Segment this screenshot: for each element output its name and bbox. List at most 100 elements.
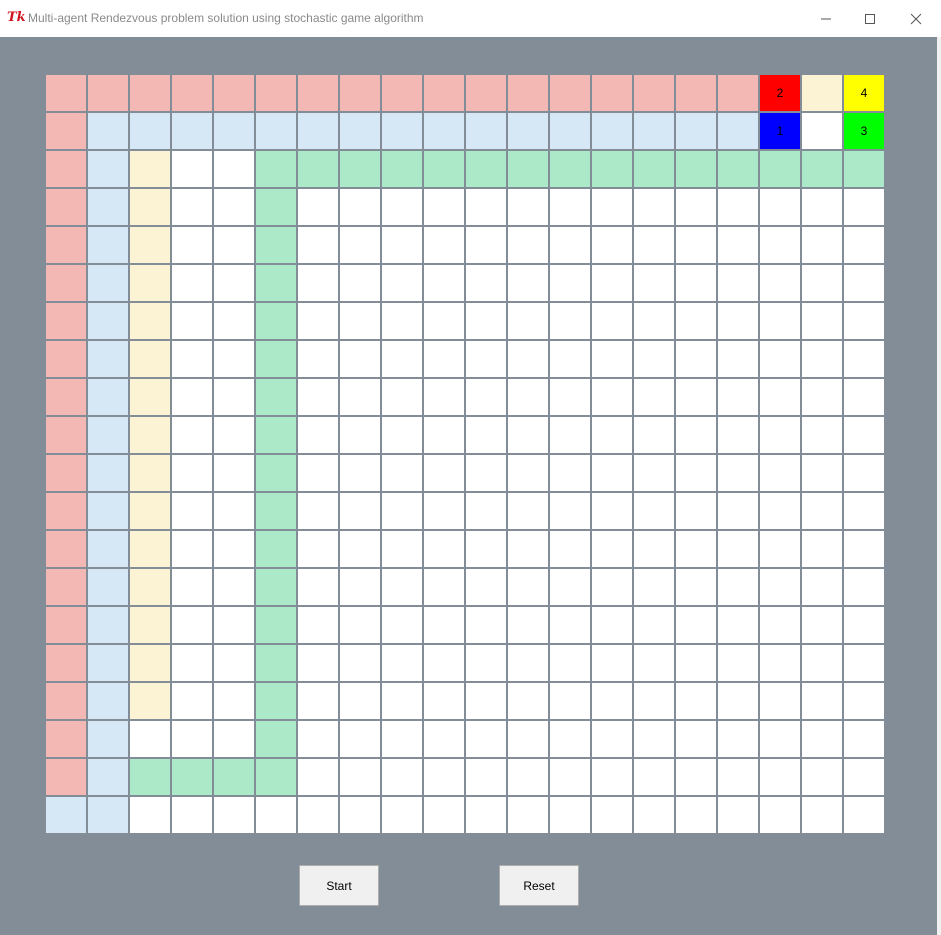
grid-cell xyxy=(760,303,800,339)
grid-cell xyxy=(760,341,800,377)
grid-cell xyxy=(466,797,506,833)
grid-cell xyxy=(802,75,842,111)
grid-cell xyxy=(634,189,674,225)
grid-cell xyxy=(676,493,716,529)
grid-cell xyxy=(214,75,254,111)
grid-cell xyxy=(676,341,716,377)
grid-cell xyxy=(802,683,842,719)
grid-cell xyxy=(256,75,296,111)
grid-cell xyxy=(592,265,632,301)
grid-cell xyxy=(634,417,674,453)
grid-cell xyxy=(130,151,170,187)
grid-cell xyxy=(340,265,380,301)
minimize-button[interactable] xyxy=(803,0,849,37)
grid-cell xyxy=(130,417,170,453)
grid-cell xyxy=(340,683,380,719)
grid-cell xyxy=(760,683,800,719)
grid-cell xyxy=(88,607,128,643)
grid-cell xyxy=(634,569,674,605)
grid-cell xyxy=(550,721,590,757)
grid-cell xyxy=(256,189,296,225)
grid-cell xyxy=(172,379,212,415)
start-button[interactable]: Start xyxy=(299,865,379,906)
grid-cell xyxy=(256,379,296,415)
grid-cell xyxy=(172,531,212,567)
grid-cell xyxy=(214,341,254,377)
grid-cell xyxy=(844,151,884,187)
grid-cell xyxy=(214,683,254,719)
grid-cell xyxy=(172,75,212,111)
grid-cell xyxy=(802,759,842,795)
grid-cell xyxy=(340,797,380,833)
grid-cell xyxy=(256,113,296,149)
grid-cell xyxy=(466,493,506,529)
grid-cell xyxy=(130,75,170,111)
grid-cell xyxy=(424,303,464,339)
close-button[interactable] xyxy=(893,0,939,37)
grid-cell xyxy=(676,113,716,149)
grid-cell xyxy=(340,113,380,149)
grid-cell xyxy=(550,151,590,187)
window-title: Multi-agent Rendezvous problem solution … xyxy=(28,11,424,25)
grid-cell xyxy=(718,379,758,415)
grid-cell xyxy=(676,417,716,453)
grid-cell xyxy=(550,569,590,605)
grid-cell xyxy=(46,759,86,795)
grid-cell xyxy=(46,379,86,415)
grid-cell xyxy=(88,569,128,605)
reset-button[interactable]: Reset xyxy=(499,865,579,906)
grid-cell xyxy=(718,113,758,149)
grid-cell xyxy=(46,75,86,111)
grid-cell xyxy=(340,721,380,757)
grid-cell xyxy=(130,303,170,339)
grid-cell xyxy=(424,265,464,301)
grid-cell xyxy=(760,645,800,681)
grid-cell xyxy=(550,417,590,453)
grid-cell xyxy=(802,189,842,225)
grid-cell xyxy=(634,455,674,491)
grid-cell xyxy=(802,531,842,567)
grid-cell xyxy=(340,417,380,453)
grid-cell xyxy=(256,645,296,681)
grid-cell xyxy=(634,151,674,187)
grid-cell xyxy=(592,341,632,377)
grid-cell xyxy=(718,75,758,111)
grid-cell xyxy=(424,645,464,681)
grid-cell xyxy=(172,721,212,757)
grid-cell xyxy=(256,303,296,339)
grid-cell xyxy=(676,759,716,795)
grid-cell xyxy=(634,645,674,681)
grid-cell xyxy=(214,455,254,491)
grid-cell xyxy=(676,645,716,681)
grid-cell xyxy=(802,227,842,263)
grid-cell xyxy=(466,607,506,643)
grid-cell xyxy=(172,265,212,301)
grid-cell xyxy=(676,797,716,833)
grid-cell xyxy=(382,797,422,833)
grid-cell xyxy=(88,797,128,833)
grid-cell xyxy=(592,379,632,415)
grid-cell xyxy=(298,493,338,529)
grid-cell xyxy=(298,721,338,757)
grid-cell xyxy=(676,607,716,643)
grid-cell xyxy=(550,455,590,491)
grid-cell xyxy=(718,721,758,757)
grid-cell xyxy=(718,645,758,681)
grid-cell xyxy=(466,303,506,339)
maximize-button[interactable] xyxy=(847,0,893,37)
grid-cell xyxy=(718,417,758,453)
grid-cell xyxy=(130,607,170,643)
grid-cell xyxy=(466,759,506,795)
grid-cell xyxy=(214,797,254,833)
grid-cell xyxy=(760,607,800,643)
grid-cell xyxy=(130,797,170,833)
grid-cell xyxy=(508,683,548,719)
grid-cell xyxy=(172,341,212,377)
grid-cell xyxy=(508,721,548,757)
grid-cell xyxy=(172,797,212,833)
grid-cell xyxy=(508,303,548,339)
grid-cell xyxy=(130,569,170,605)
grid-cell xyxy=(676,531,716,567)
grid-cell xyxy=(340,189,380,225)
grid-cell xyxy=(550,797,590,833)
